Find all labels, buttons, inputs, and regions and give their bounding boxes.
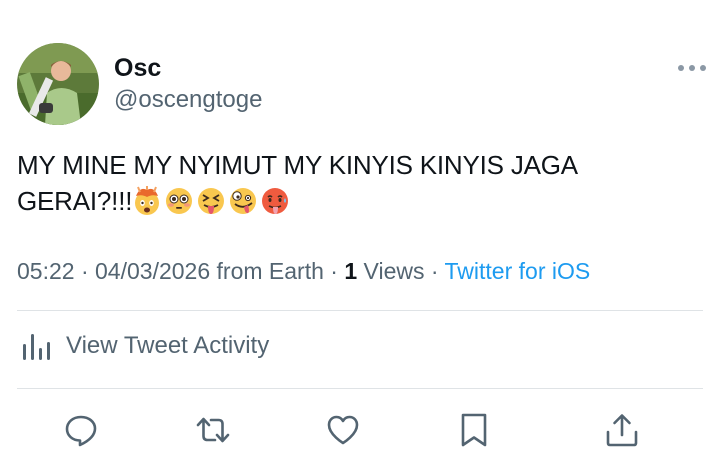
- retweet-button[interactable]: [195, 412, 231, 448]
- views-count[interactable]: 1: [344, 258, 357, 284]
- view-tweet-activity-label: View Tweet Activity: [66, 332, 270, 359]
- tweet-source-link[interactable]: Twitter for iOS: [445, 258, 591, 284]
- tweet-emojis: [132, 186, 292, 216]
- tweet-text-container: MY MINE MY NYIMUT MY KINYIS KINYIS JAGA …: [17, 147, 657, 219]
- zany-face-emoji-icon: [230, 188, 257, 214]
- retweet-arrows-icon: [196, 417, 230, 443]
- reply-button[interactable]: [63, 412, 99, 448]
- location-prefix: from: [216, 258, 263, 284]
- avatar[interactable]: [17, 43, 99, 125]
- flushed-face-emoji-icon: [166, 188, 193, 214]
- speech-bubble-icon: [65, 415, 97, 447]
- share-button[interactable]: [604, 412, 640, 448]
- share-upload-icon: [606, 414, 638, 447]
- heart-icon: [327, 415, 359, 445]
- meta-separator: ·: [80, 258, 89, 284]
- squinting-tongue-face-emoji-icon: [198, 188, 225, 214]
- avatar-photo: [17, 43, 99, 125]
- exploding-head-emoji-icon: [135, 186, 160, 215]
- tweet-detail: Osc @oscengtoge MY MINE MY NYIMUT MY KIN…: [0, 0, 720, 467]
- tweet-time[interactable]: 05:22: [17, 258, 75, 284]
- meta-separator: ·: [430, 258, 439, 284]
- view-tweet-activity-button[interactable]: View Tweet Activity: [20, 330, 269, 362]
- views-label[interactable]: Views: [364, 258, 425, 284]
- bookmark-icon: [461, 413, 487, 447]
- divider: [17, 388, 703, 389]
- tweet-text: MY MINE MY NYIMUT MY KINYIS KINYIS JAGA …: [17, 150, 577, 216]
- author-display-name[interactable]: Osc: [114, 53, 161, 83]
- like-button[interactable]: [325, 412, 361, 448]
- more-options-icon[interactable]: [678, 58, 706, 78]
- divider: [17, 310, 703, 311]
- tweet-location: Earth: [268, 258, 324, 284]
- author-handle[interactable]: @oscengtoge: [114, 86, 262, 114]
- bar-chart-icon: [23, 334, 50, 360]
- meta-separator: ·: [330, 258, 338, 284]
- tweet-metadata: 05:22 · 04/03/2026 from Earth · 1 Views …: [17, 255, 590, 287]
- bookmark-button[interactable]: [456, 412, 492, 448]
- tweet-date[interactable]: 04/03/2026: [95, 258, 210, 284]
- hot-face-emoji-icon: [262, 188, 289, 214]
